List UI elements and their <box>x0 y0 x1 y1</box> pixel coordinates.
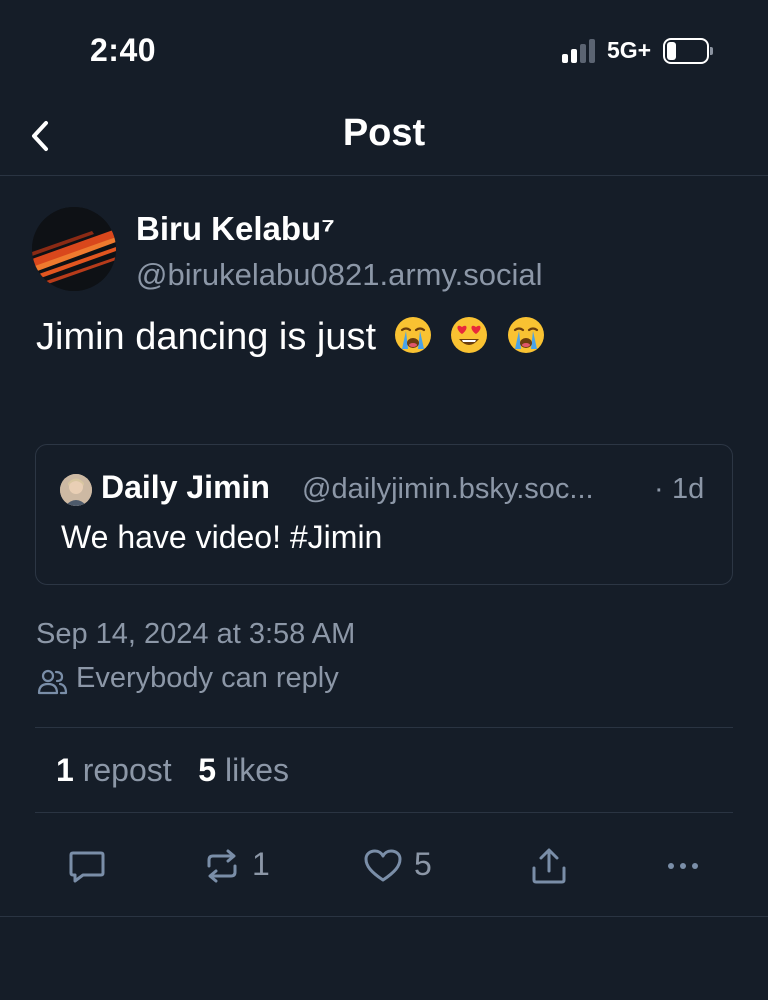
header: Post <box>0 100 768 176</box>
network-type: 5G+ <box>607 37 652 63</box>
author-display-name[interactable]: Biru Kelabu⁷ <box>136 210 335 248</box>
quote-separator: · <box>654 473 664 505</box>
battery-icon <box>663 38 713 64</box>
post-text-content: Jimin dancing is just <box>36 316 377 358</box>
more-icon <box>668 863 698 869</box>
post-text: Jimin dancing is just <box>36 315 546 359</box>
heart-icon <box>364 849 402 882</box>
post-timestamp: Sep 14, 2024 at 3:58 AM <box>36 618 356 650</box>
quote-avatar <box>60 474 92 506</box>
divider <box>35 812 733 813</box>
like-count: 5 <box>414 846 432 882</box>
reply-setting-label: Everybody can reply <box>76 662 339 694</box>
status-bar: 2:40 5G+ <box>0 0 768 100</box>
divider <box>0 916 768 917</box>
loudly-crying-face-emoji <box>507 317 544 353</box>
share-button[interactable] <box>530 844 570 888</box>
author-handle[interactable]: @birukelabu0821.army.social <box>136 257 543 293</box>
repost-icon <box>207 849 237 883</box>
quote-time: 1d <box>672 473 705 505</box>
quoted-post-card[interactable]: Daily Jimin @dailyjimin.bsky.soc... · 1d… <box>35 444 733 585</box>
reposts-count: 1 <box>56 752 74 788</box>
reply-button[interactable] <box>67 844 107 888</box>
post-stats: 1 repost 5 likes <box>56 752 289 789</box>
share-icon <box>532 848 566 884</box>
status-time: 2:40 <box>90 32 157 68</box>
reposts-label: repost <box>82 752 172 788</box>
more-button[interactable] <box>664 844 704 888</box>
repost-count: 1 <box>252 846 270 882</box>
author-avatar[interactable] <box>32 207 116 291</box>
people-icon <box>37 669 68 695</box>
quote-handle: @dailyjimin.bsky.soc... <box>302 473 594 505</box>
likes-count: 5 <box>198 752 217 788</box>
smiling-face-with-heart-eyes-emoji <box>451 317 488 353</box>
repost-button[interactable]: 1 <box>203 844 283 888</box>
likes-label: likes <box>224 752 289 788</box>
page-title: Post <box>342 112 426 154</box>
loudly-crying-face-emoji <box>394 317 431 353</box>
reply-icon <box>69 851 105 883</box>
quote-text: We have video! #Jimin <box>61 519 383 555</box>
reposts-stat[interactable]: 1 repost <box>56 752 172 788</box>
signal-icon <box>562 39 602 63</box>
likes-stat[interactable]: 5 likes <box>198 752 289 788</box>
post-screen: 2:40 5G+ Post Biru Kelabu⁷ @birukelabu08… <box>0 0 768 1000</box>
divider <box>35 727 733 728</box>
like-button[interactable]: 5 <box>363 844 443 888</box>
quote-display-name: Daily Jimin <box>101 469 270 505</box>
